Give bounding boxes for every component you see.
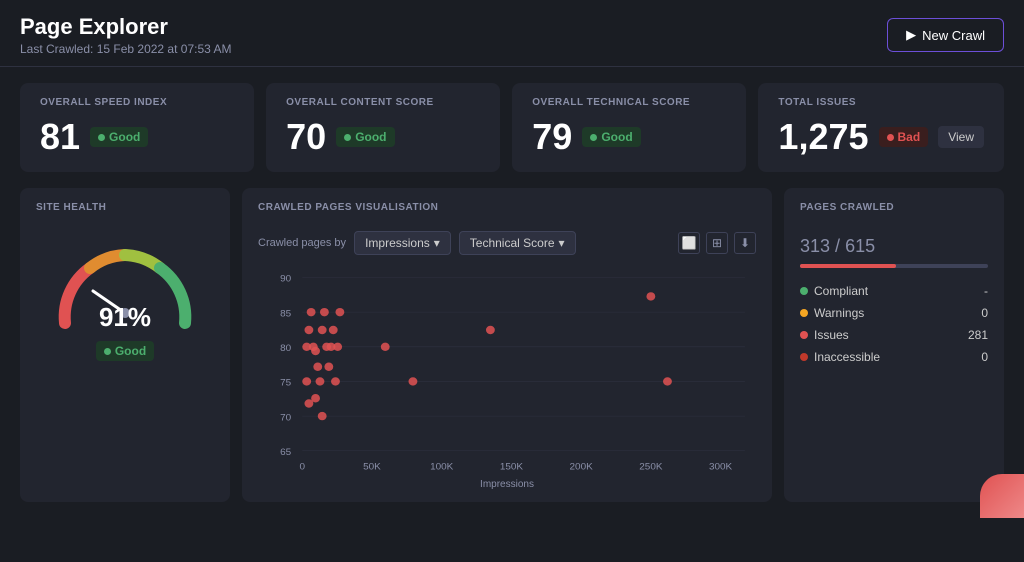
last-crawled-text: Last Crawled: 15 Feb 2022 at 07:53 AM	[20, 42, 231, 56]
svg-text:65: 65	[280, 447, 291, 458]
total-issues-badge: Bad	[879, 127, 929, 147]
site-health-percentage: 91%	[45, 302, 205, 333]
bottom-section: SITE HEALTH 91% Good	[0, 188, 1024, 518]
total-issues-label: TOTAL ISSUES	[778, 97, 984, 108]
stat-color-dot	[800, 331, 808, 339]
site-health-badge-wrapper: Good	[96, 341, 154, 361]
stat-row: Compliant -	[800, 284, 988, 298]
stat-value: 0	[981, 306, 988, 320]
site-health-badge-dot	[104, 348, 111, 355]
crawl-progress-fill	[800, 264, 896, 268]
viz-header: CRAWLED PAGES VISUALISATION	[258, 202, 756, 223]
grid-icon[interactable]: ⊞	[706, 232, 728, 254]
svg-text:85: 85	[280, 309, 291, 320]
svg-text:300K: 300K	[709, 462, 733, 473]
svg-text:200K: 200K	[570, 462, 594, 473]
stat-label: Warnings	[800, 306, 864, 320]
visualization-panel: CRAWLED PAGES VISUALISATION Crawled page…	[242, 188, 772, 502]
header-left: Page Explorer Last Crawled: 15 Feb 2022 …	[20, 14, 231, 56]
bottom-wrapper: SITE HEALTH 91% Good	[0, 188, 1024, 518]
technical-score-card: OVERALL TECHNICAL SCORE 79 Good	[512, 83, 746, 172]
stat-row: Inaccessible 0	[800, 350, 988, 364]
technical-score-badge-dot	[590, 134, 597, 141]
technical-score-badge: Good	[582, 127, 640, 147]
viz-panel-label: CRAWLED PAGES VISUALISATION	[258, 202, 438, 213]
speed-index-badge: Good	[90, 127, 148, 147]
chevron-down-icon: ▾	[434, 236, 440, 250]
total-issues-card: TOTAL ISSUES 1,275 Bad View	[758, 83, 1004, 172]
speed-index-card: OVERALL SPEED INDEX 81 Good	[20, 83, 254, 172]
impressions-dropdown[interactable]: Impressions ▾	[354, 231, 451, 255]
svg-text:70: 70	[280, 413, 292, 424]
svg-text:75: 75	[280, 378, 291, 389]
pages-crawled-panel: PAGES CRAWLED 313 / 615 Compliant - Warn…	[784, 188, 1004, 502]
site-health-panel: SITE HEALTH 91% Good	[20, 188, 230, 502]
avatar	[980, 474, 1024, 518]
play-icon: ▶	[906, 27, 916, 43]
svg-text:0: 0	[300, 462, 306, 473]
total-issues-value-row: 1,275 Bad View	[778, 116, 984, 158]
pages-crawled-label: PAGES CRAWLED	[800, 202, 988, 213]
x-axis-label: Impressions	[258, 479, 756, 490]
stat-color-dot	[800, 309, 808, 317]
technical-score-value: 79	[532, 116, 572, 158]
content-score-card: OVERALL CONTENT SCORE 70 Good	[266, 83, 500, 172]
gauge-container: 91%	[45, 233, 205, 333]
new-crawl-button[interactable]: ▶ New Crawl	[887, 18, 1004, 52]
stat-value: -	[984, 284, 988, 298]
expand-icon[interactable]: ⬜	[678, 232, 700, 254]
speed-index-label: OVERALL SPEED INDEX	[40, 97, 234, 108]
content-score-badge: Good	[336, 127, 394, 147]
scatter-chart-svg: 90 85 80 75 70 65 0 50K 100K 150K 200K 2…	[258, 267, 756, 477]
stat-label: Inaccessible	[800, 350, 880, 364]
svg-text:50K: 50K	[363, 462, 381, 473]
technical-score-dropdown[interactable]: Technical Score ▾	[459, 231, 576, 255]
chevron-down-icon: ▾	[559, 236, 565, 250]
svg-text:150K: 150K	[500, 462, 524, 473]
svg-text:80: 80	[280, 343, 292, 354]
viz-controls: Crawled pages by Impressions ▾ Technical…	[258, 231, 756, 255]
score-cards-row: OVERALL SPEED INDEX 81 Good OVERALL CONT…	[0, 67, 1024, 188]
pages-crawled-value: 313 / 615	[800, 223, 988, 260]
crawled-by-label: Crawled pages by	[258, 237, 346, 249]
speed-index-value-row: 81 Good	[40, 116, 234, 158]
download-icon[interactable]: ⬇	[734, 232, 756, 254]
stat-row: Issues 281	[800, 328, 988, 342]
svg-text:250K: 250K	[639, 462, 663, 473]
content-score-value-row: 70 Good	[286, 116, 480, 158]
stat-value: 281	[968, 328, 988, 342]
svg-text:100K: 100K	[430, 462, 454, 473]
site-health-badge: Good	[96, 341, 154, 361]
total-issues-value: 1,275	[778, 116, 868, 158]
stat-color-dot	[800, 353, 808, 361]
stat-color-dot	[800, 287, 808, 295]
stat-label: Compliant	[800, 284, 868, 298]
total-issues-badge-dot	[887, 134, 894, 141]
speed-index-badge-dot	[98, 134, 105, 141]
stat-label: Issues	[800, 328, 849, 342]
page-title: Page Explorer	[20, 14, 231, 40]
stats-container: Compliant - Warnings 0 Issues 281 Inacce…	[800, 284, 988, 364]
page-header: Page Explorer Last Crawled: 15 Feb 2022 …	[0, 0, 1024, 67]
site-health-label: SITE HEALTH	[36, 202, 106, 213]
technical-score-label: OVERALL TECHNICAL SCORE	[532, 97, 726, 108]
scatter-chart-area: 90 85 80 75 70 65 0 50K 100K 150K 200K 2…	[258, 267, 756, 477]
svg-text:90: 90	[280, 274, 292, 285]
technical-score-value-row: 79 Good	[532, 116, 726, 158]
stat-row: Warnings 0	[800, 306, 988, 320]
content-score-badge-dot	[344, 134, 351, 141]
content-score-value: 70	[286, 116, 326, 158]
speed-index-value: 81	[40, 116, 80, 158]
viz-icons-group: ⬜ ⊞ ⬇	[678, 232, 756, 254]
crawl-progress-bar	[800, 264, 988, 268]
stat-value: 0	[981, 350, 988, 364]
view-issues-button[interactable]: View	[938, 126, 984, 148]
content-score-label: OVERALL CONTENT SCORE	[286, 97, 480, 108]
